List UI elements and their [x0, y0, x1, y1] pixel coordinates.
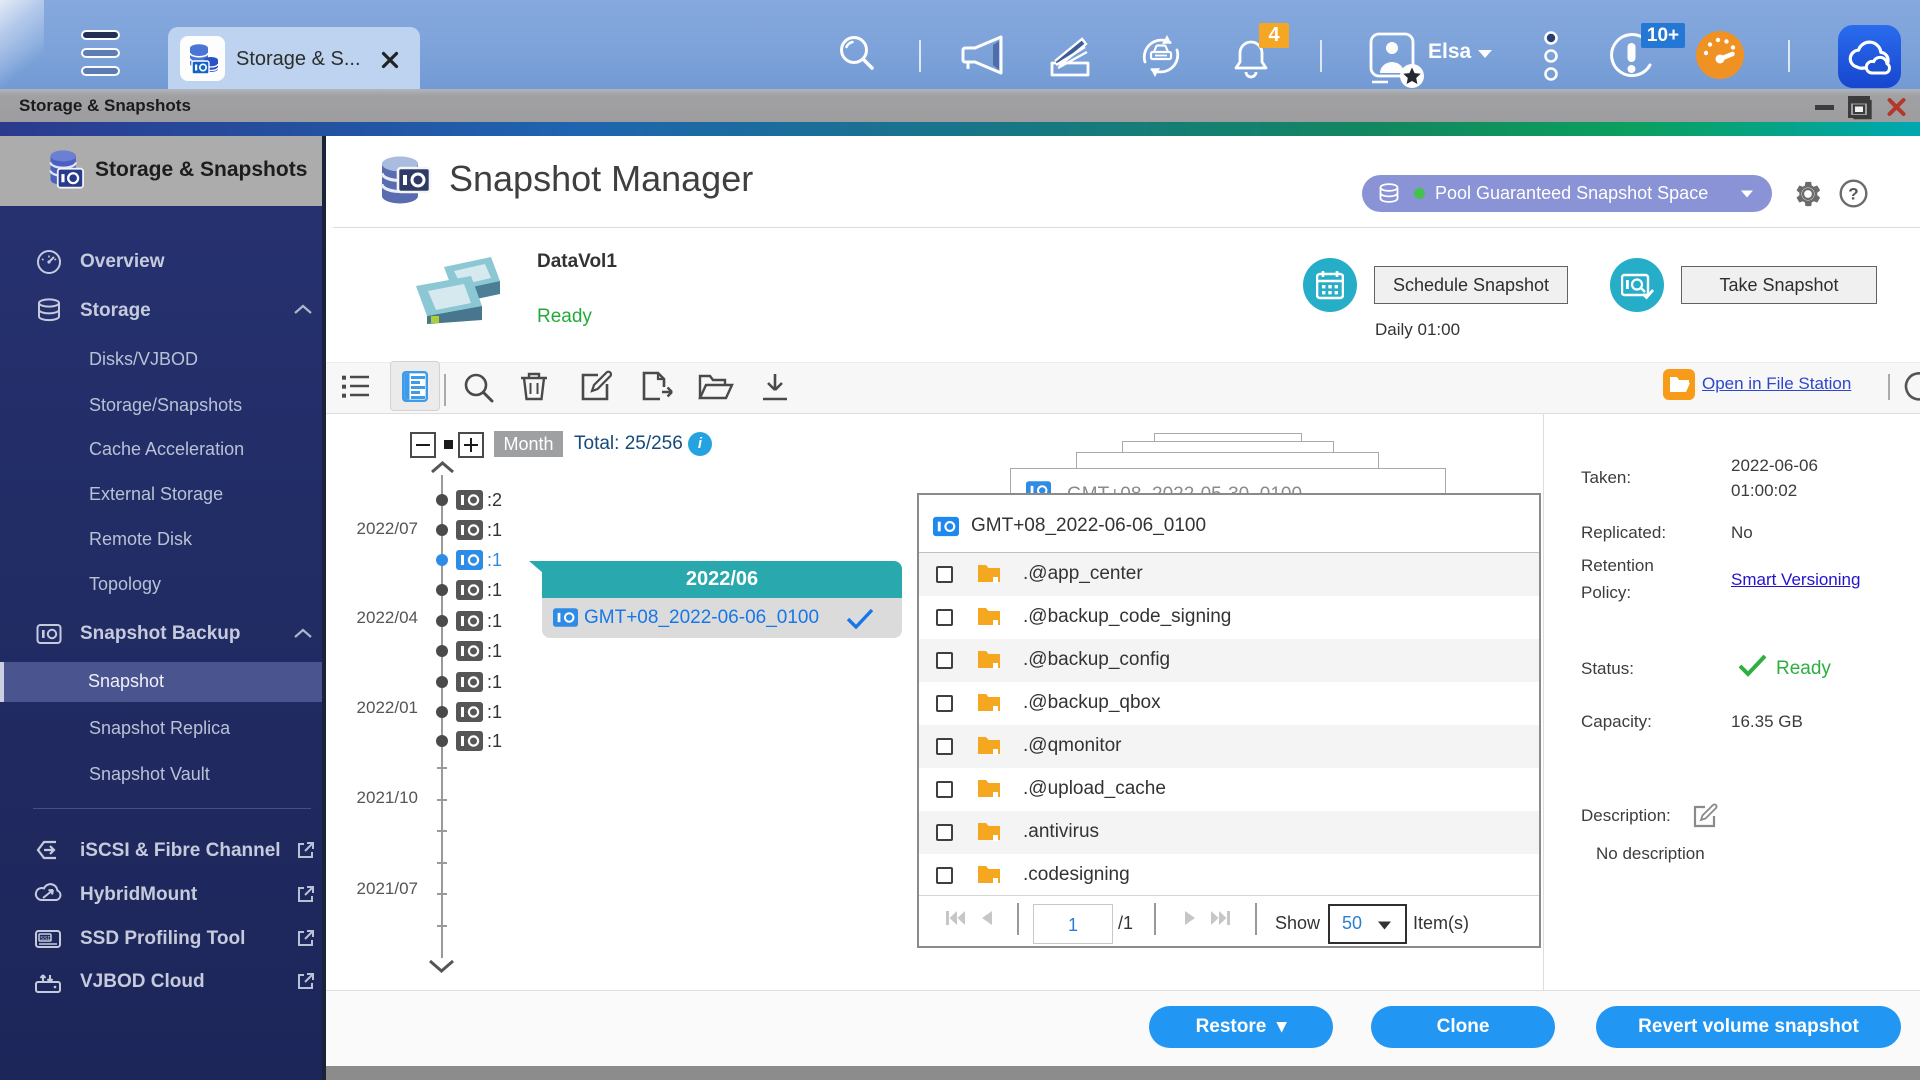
svg-text:SSD: SSD	[40, 936, 51, 942]
svg-text:?: ?	[1848, 185, 1858, 204]
